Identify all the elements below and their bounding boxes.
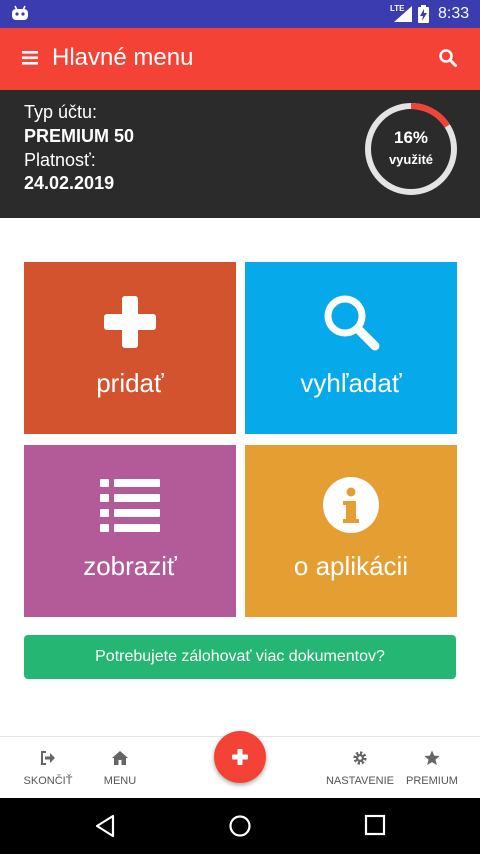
- usage-ring: [365, 103, 457, 195]
- search-tile[interactable]: vyhľadať: [245, 262, 457, 434]
- search-icon: [324, 295, 380, 351]
- sign-out-icon: [41, 751, 55, 765]
- account-type-label: Typ účtu:: [24, 102, 98, 122]
- signal-icon: [394, 6, 412, 22]
- gear-icon: [353, 751, 367, 765]
- nav-settings[interactable]: NASTAVENIE: [320, 737, 400, 799]
- app-bar: Hlavné menu: [0, 28, 480, 90]
- add-tile[interactable]: pridať: [24, 262, 236, 434]
- usage-gauge: 16% využité: [362, 100, 460, 198]
- page-title: Hlavné menu: [52, 44, 194, 71]
- back-icon[interactable]: [94, 814, 116, 838]
- nav-menu[interactable]: MENU: [80, 737, 160, 799]
- usage-label: využité: [388, 152, 434, 167]
- plus-icon: [104, 296, 156, 348]
- info-icon: [323, 477, 379, 533]
- nav-premium[interactable]: PREMIUM: [392, 737, 472, 799]
- plus-icon: [232, 749, 248, 765]
- star-icon: [424, 750, 440, 765]
- validity-label: Platnosť:: [24, 150, 96, 170]
- add-fab-button[interactable]: [214, 731, 266, 783]
- nav-exit-label: SKONČIŤ: [23, 775, 73, 787]
- nav-exit[interactable]: SKONČIŤ: [8, 737, 88, 799]
- nav-premium-label: PREMIUM: [406, 775, 458, 787]
- backup-more-button[interactable]: Potrebujete zálohovať viac dokumentov?: [24, 635, 456, 679]
- account-panel: Typ účtu: PREMIUM 50 Platnosť: 24.02.201…: [0, 90, 480, 218]
- android-notification-icon: [12, 5, 28, 20]
- account-type-value: PREMIUM 50: [24, 126, 135, 146]
- search-icon[interactable]: [438, 48, 458, 68]
- clock: 8:33: [438, 5, 470, 22]
- battery-charging-icon: [418, 5, 429, 23]
- hamburger-menu-icon[interactable]: [22, 50, 40, 66]
- home-icon: [112, 751, 128, 765]
- show-tile-label: zobraziť: [83, 551, 177, 581]
- system-navigation-bar: [0, 798, 480, 854]
- validity-value: 24.02.2019: [24, 173, 115, 193]
- add-tile-label: pridať: [96, 368, 164, 398]
- status-bar: LTE 8:33: [0, 0, 480, 28]
- show-tile[interactable]: zobraziť: [24, 445, 236, 617]
- usage-percent: 16%: [393, 128, 429, 147]
- about-tile[interactable]: o aplikácii: [245, 445, 457, 617]
- about-tile-label: o aplikácii: [293, 551, 409, 581]
- search-tile-label: vyhľadať: [300, 368, 402, 398]
- nav-settings-label: NASTAVENIE: [325, 775, 395, 787]
- list-icon: [100, 479, 160, 532]
- recents-icon[interactable]: [364, 814, 386, 836]
- nav-menu-label: MENU: [103, 775, 137, 787]
- home-circle-icon[interactable]: [228, 814, 252, 838]
